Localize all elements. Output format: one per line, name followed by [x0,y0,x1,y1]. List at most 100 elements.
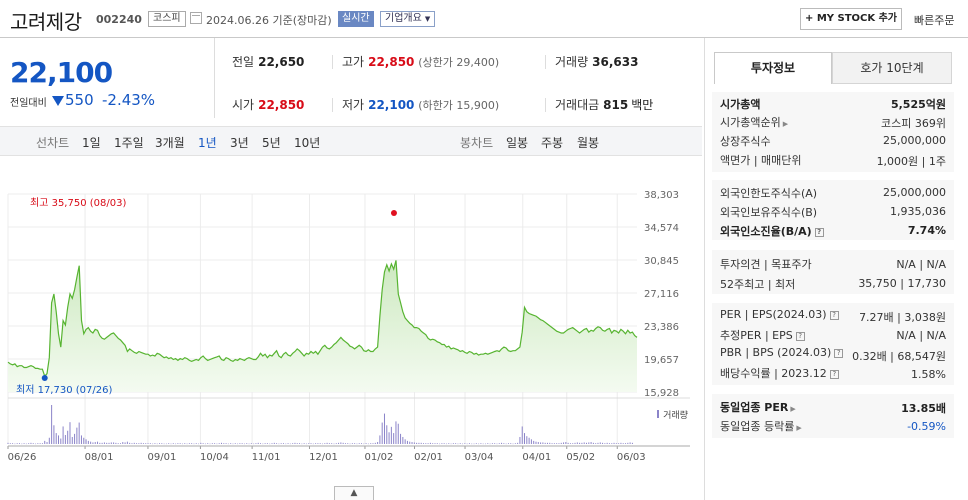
volume-bar [296,443,298,444]
per-label-text: PER | EPS(2024.03) [720,308,827,321]
candle-monthly[interactable]: 월봉 [577,134,599,151]
stock-name: 고려제강 [10,10,82,34]
period-1w[interactable]: 1주일 [114,134,144,151]
period-3y[interactable]: 3년 [230,134,249,151]
help-icon[interactable]: ? [795,332,805,341]
volume-bar [622,443,624,444]
volume-bar [374,442,376,444]
candle-chart-label: 봉차트 [460,136,494,150]
volume-bar [459,443,461,444]
price-chart-svg[interactable]: 38,303 34,574 30,845 27,116 23,386 19,657 15,9… [0,160,702,500]
divider [545,98,546,112]
industry-change-label[interactable]: 동일업종 등락률 ▶ [720,418,802,434]
quote-high-label: 고가 [342,55,365,69]
tab-hoga-10[interactable]: 호가 10단계 [832,52,952,84]
foreign-hold-label: 외국인보유주식수(B) [720,206,818,219]
period-3m[interactable]: 3개월 [155,134,185,151]
volume-bar [434,443,436,444]
volume-bar [507,443,509,444]
volume-bar [32,443,34,444]
volume-bar [423,443,425,444]
volume-bar [299,443,301,444]
volume-bar [324,443,326,444]
quote-amount: 거래대금 815 백만 [555,96,653,113]
price-chart[interactable]: 38,303 34,574 30,845 27,116 23,386 19,657 15,9… [0,160,702,500]
foreign-rate-value: 7.74% [907,224,946,237]
industry-change-value: -0.59% [907,420,946,433]
volume-bar [611,443,613,444]
cap-rank-label: 시가총액순위 ▶ [720,114,788,130]
volume-bar [569,443,571,444]
volume-bar [599,442,601,444]
volume-bar [308,443,310,444]
period-1y[interactable]: 1년 [198,134,217,151]
volume-bar [528,437,530,444]
volume-bar [501,442,503,444]
realtime-button[interactable]: 실시간 [338,11,374,27]
volume-bar [395,421,397,444]
volume-bar [133,442,135,444]
volume-bar [335,443,337,444]
volume-bar [429,442,431,444]
volume-bar [12,443,14,444]
volume-bar [579,442,581,444]
volume-bar [627,442,629,444]
info-arrow-icon: ▶ [790,405,796,413]
volume-bar [255,443,257,444]
period-5y[interactable]: 5년 [262,134,281,151]
volume-bar [253,443,255,445]
help-icon[interactable]: ? [814,228,824,237]
volume-bar [280,443,282,444]
volume-bar [567,442,569,444]
tab-invest-info[interactable]: 투자정보 [714,52,832,84]
industry-per-label[interactable]: 동일업종 PER ▶ [720,399,796,415]
industry-per-value: 13.85배 [901,402,946,415]
low-label: 최저 17,730 (07/26) [16,384,112,396]
volume-bar [18,443,20,444]
x-tick-label: 05/02 [566,452,595,463]
company-overview-dropdown[interactable]: 기업개요 ▼ [380,11,436,27]
help-icon[interactable]: ? [829,311,839,320]
volume-bar [37,443,39,444]
help-icon[interactable]: ? [834,349,844,358]
volume-bar [466,443,468,445]
candle-weekly[interactable]: 주봉 [541,134,563,151]
volume-bar [257,442,259,444]
industry-change-label-text: 동일업종 등락률 [720,420,795,433]
calendar-icon [190,12,202,24]
volume-bar [181,443,183,445]
volume-bar [234,443,236,444]
x-tick-label: 01/02 [365,452,394,463]
market-badge: 코스피 [148,11,186,27]
x-tick-label: 10/04 [200,452,229,463]
volume-bar [521,426,523,444]
collapse-chart-button[interactable]: ▲ [334,486,374,500]
period-1d[interactable]: 1일 [82,134,101,151]
current-price: 22,100 [10,56,113,89]
candle-daily[interactable]: 일봉 [506,134,528,151]
volume-bar [478,443,480,445]
help-icon[interactable]: ? [829,370,839,379]
volume-bar [294,442,296,444]
volume-bar [588,442,590,444]
volume-bar [439,443,441,445]
volume-bar [239,443,241,444]
volume-bar [583,442,585,444]
volume-bar [230,443,232,444]
volume-bar [512,443,514,445]
volume-bar [556,443,558,444]
volume-bar [246,443,248,444]
volume-bar [145,443,147,444]
est-per-value: N/A | N/A [896,329,946,342]
x-tick-label: 02/01 [414,452,443,463]
volume-bar [503,443,505,444]
low-marker [41,375,48,381]
volume-bar [46,442,48,444]
volume-bar [260,443,262,444]
add-mystock-button[interactable]: + MY STOCK 추가 [800,8,902,30]
period-10y[interactable]: 10년 [294,134,320,151]
volume-bar [420,442,422,444]
quote-prev-label: 전일 [232,55,255,69]
volume-bar [457,443,459,445]
quick-order-link[interactable]: 빠른주문 [914,12,954,28]
